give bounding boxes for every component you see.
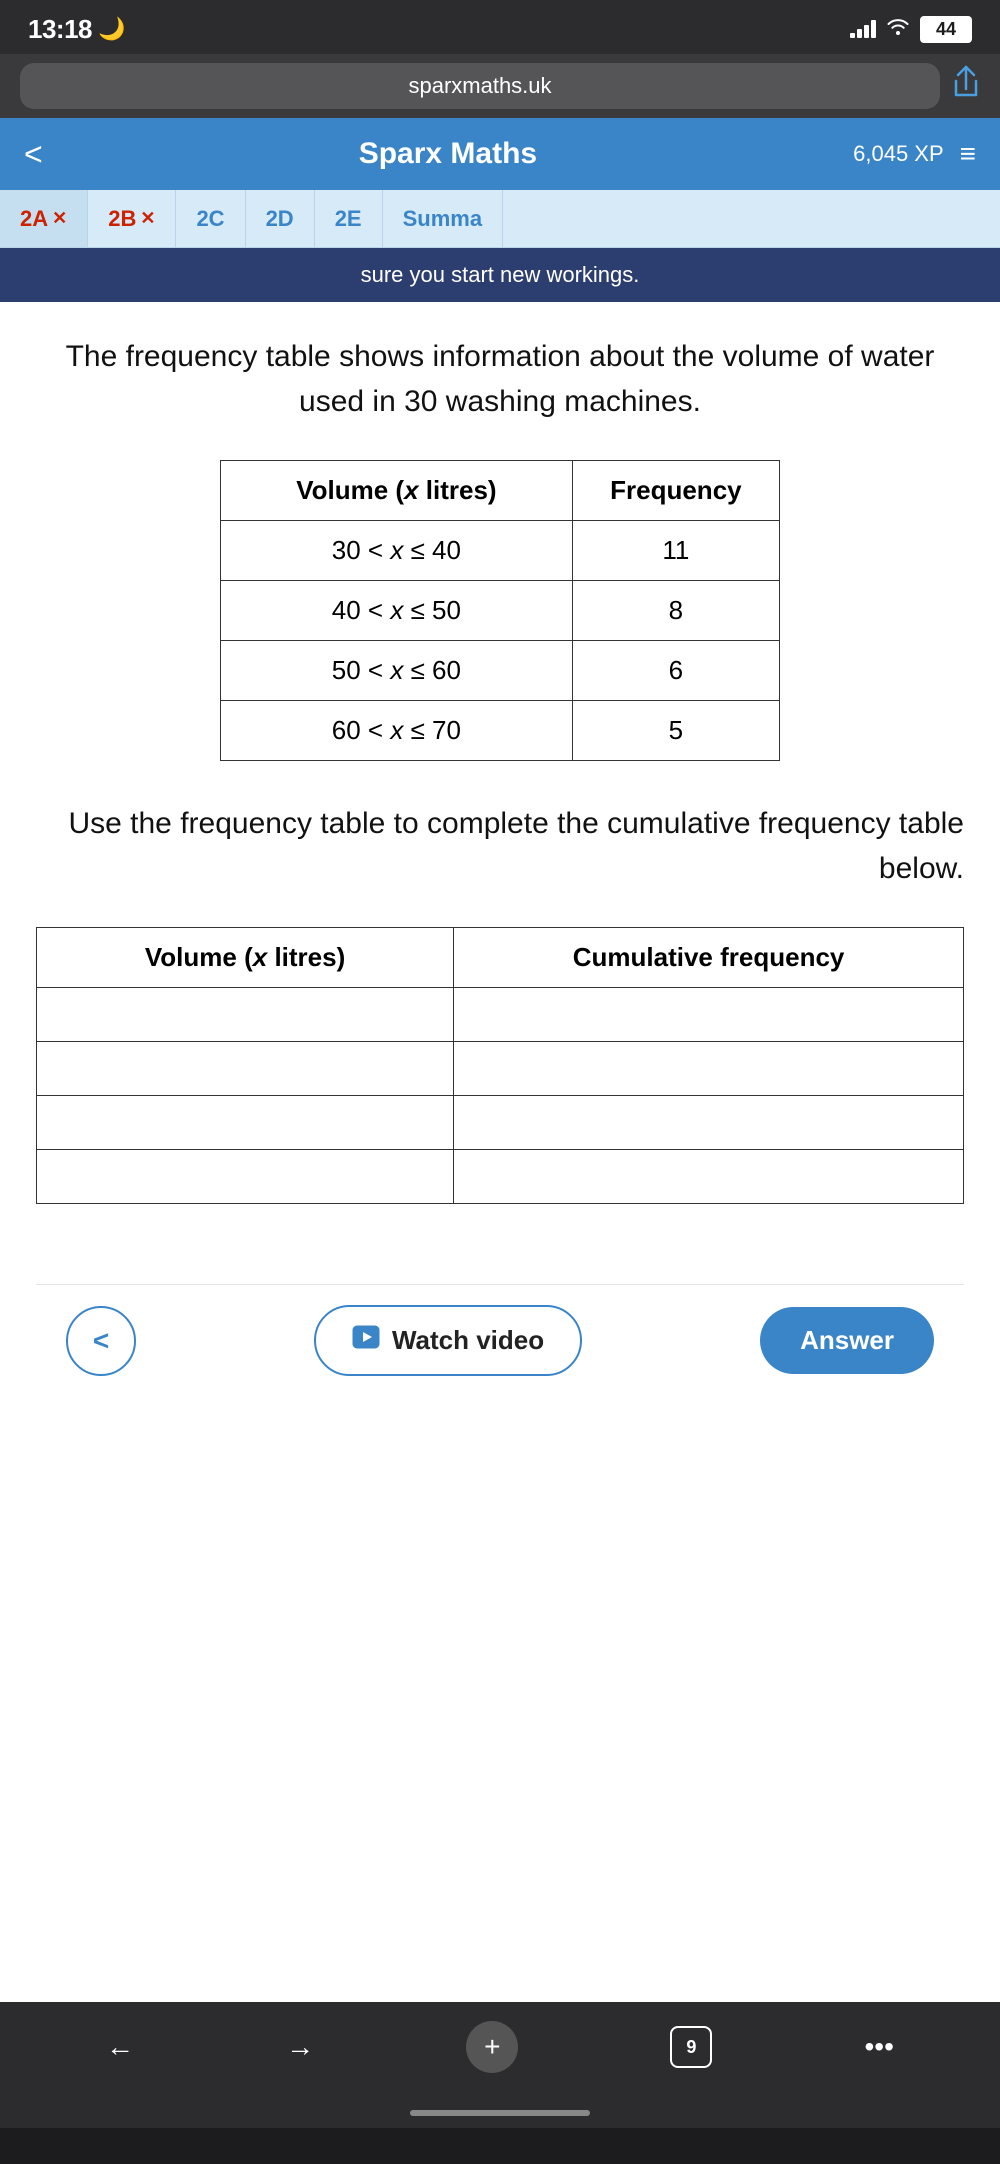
header-right: 6,045 XP ≡ <box>853 138 976 170</box>
frequency-table-container: Volume (x litres) Frequency 30 < x ≤ 40 … <box>36 460 964 761</box>
table-row <box>37 1042 964 1096</box>
table-row <box>37 988 964 1042</box>
back-button[interactable]: < <box>66 1306 136 1376</box>
app-header: < Sparx Maths 6,045 XP ≡ <box>0 118 1000 190</box>
menu-icon[interactable]: ≡ <box>960 138 976 170</box>
back-arrow-icon: ← <box>106 2031 134 2063</box>
table-row: 30 < x ≤ 40 11 <box>221 521 780 581</box>
tab-2b[interactable]: 2B ✕ <box>88 190 176 247</box>
tab-bar: 2A ✕ 2B ✕ 2C 2D 2E Summa <box>0 190 1000 248</box>
browser-back-button[interactable]: ← <box>106 2031 134 2063</box>
tabs-count-label: 9 <box>686 2037 696 2058</box>
cum-row1-value[interactable] <box>454 988 964 1042</box>
cumulative-table-container: Volume (x litres) Cumulative frequency <box>36 927 964 1244</box>
tab-2d-label: 2D <box>266 206 294 232</box>
tab-2d[interactable]: 2D <box>246 190 315 247</box>
instruction-text: Use the frequency table to complete the … <box>36 801 964 891</box>
status-icons: 44 <box>850 16 972 43</box>
main-content: The frequency table shows information ab… <box>0 302 1000 2002</box>
tab-2b-close: ✕ <box>140 208 155 229</box>
freq-table-header-volume: Volume (x litres) <box>221 461 573 521</box>
home-indicator <box>0 2102 1000 2128</box>
add-icon: + <box>484 2031 500 2063</box>
frequency-table: Volume (x litres) Frequency 30 < x ≤ 40 … <box>220 460 780 761</box>
tab-2a-close: ✕ <box>52 208 67 229</box>
freq-row3-range: 50 < x ≤ 60 <box>221 641 573 701</box>
cum-table-header-volume: Volume (x litres) <box>37 928 454 988</box>
cum-row4-range[interactable] <box>37 1150 454 1204</box>
notice-text: sure you start new workings. <box>361 262 640 287</box>
cum-row2-value[interactable] <box>454 1042 964 1096</box>
answer-button[interactable]: Answer <box>760 1307 934 1374</box>
header-back-button[interactable]: < <box>24 136 43 173</box>
url-bar[interactable]: sparxmaths.uk <box>20 63 940 109</box>
status-time: 13:18 <box>28 14 92 45</box>
cumulative-table: Volume (x litres) Cumulative frequency <box>36 927 964 1204</box>
tab-summa-label: Summa <box>403 206 482 232</box>
new-tab-button[interactable]: + <box>466 2021 518 2073</box>
forward-arrow-icon: → <box>286 2031 314 2063</box>
cum-row4-value[interactable] <box>454 1150 964 1204</box>
freq-row1-value: 11 <box>572 521 779 581</box>
share-icon[interactable] <box>952 65 980 107</box>
home-bar <box>410 2110 590 2116</box>
app-title: Sparx Maths <box>359 137 537 171</box>
answer-label: Answer <box>800 1325 894 1355</box>
tab-2c[interactable]: 2C <box>176 190 245 247</box>
url-text: sparxmaths.uk <box>408 73 551 99</box>
signal-icon <box>850 20 876 38</box>
tab-2e[interactable]: 2E <box>315 190 383 247</box>
tabs-count-button[interactable]: 9 <box>670 2026 712 2068</box>
watch-video-label: Watch video <box>392 1325 544 1356</box>
table-row: 40 < x ≤ 50 8 <box>221 581 780 641</box>
table-row <box>37 1096 964 1150</box>
action-bar: < Watch video Answer <box>36 1284 964 1396</box>
freq-row2-value: 8 <box>572 581 779 641</box>
cum-table-header-cumfreq: Cumulative frequency <box>454 928 964 988</box>
browser-nav: ← → + 9 ••• <box>0 2002 1000 2102</box>
question-text: The frequency table shows information ab… <box>36 334 964 424</box>
notice-banner: sure you start new workings. <box>0 248 1000 302</box>
tab-2c-label: 2C <box>196 206 224 232</box>
tab-2a[interactable]: 2A ✕ <box>0 190 88 247</box>
cum-row2-range[interactable] <box>37 1042 454 1096</box>
wifi-icon <box>886 17 910 41</box>
freq-table-header-frequency: Frequency <box>572 461 779 521</box>
video-play-icon <box>352 1325 380 1356</box>
table-row: 60 < x ≤ 70 5 <box>221 701 780 761</box>
watch-video-button[interactable]: Watch video <box>314 1305 582 1376</box>
cum-row3-range[interactable] <box>37 1096 454 1150</box>
more-icon: ••• <box>864 2031 893 2063</box>
freq-row1-range: 30 < x ≤ 40 <box>221 521 573 581</box>
table-row: 50 < x ≤ 60 6 <box>221 641 780 701</box>
back-chevron-icon: < <box>93 1325 109 1357</box>
freq-row3-value: 6 <box>572 641 779 701</box>
freq-row4-range: 60 < x ≤ 70 <box>221 701 573 761</box>
table-row <box>37 1150 964 1204</box>
browser-more-button[interactable]: ••• <box>864 2031 893 2063</box>
cum-row1-range[interactable] <box>37 988 454 1042</box>
xp-display: 6,045 XP <box>853 141 944 167</box>
battery-icon: 44 <box>920 16 972 43</box>
browser-bar: sparxmaths.uk <box>0 54 1000 118</box>
moon-icon: 🌙 <box>98 16 125 42</box>
tab-2e-label: 2E <box>335 206 362 232</box>
tab-summa[interactable]: Summa <box>383 190 503 247</box>
freq-row2-range: 40 < x ≤ 50 <box>221 581 573 641</box>
tab-2b-label: 2B <box>108 206 136 232</box>
browser-forward-button[interactable]: → <box>286 2031 314 2063</box>
tab-2a-label: 2A <box>20 206 48 232</box>
freq-row4-value: 5 <box>572 701 779 761</box>
status-bar: 13:18 🌙 44 <box>0 0 1000 54</box>
cum-row3-value[interactable] <box>454 1096 964 1150</box>
